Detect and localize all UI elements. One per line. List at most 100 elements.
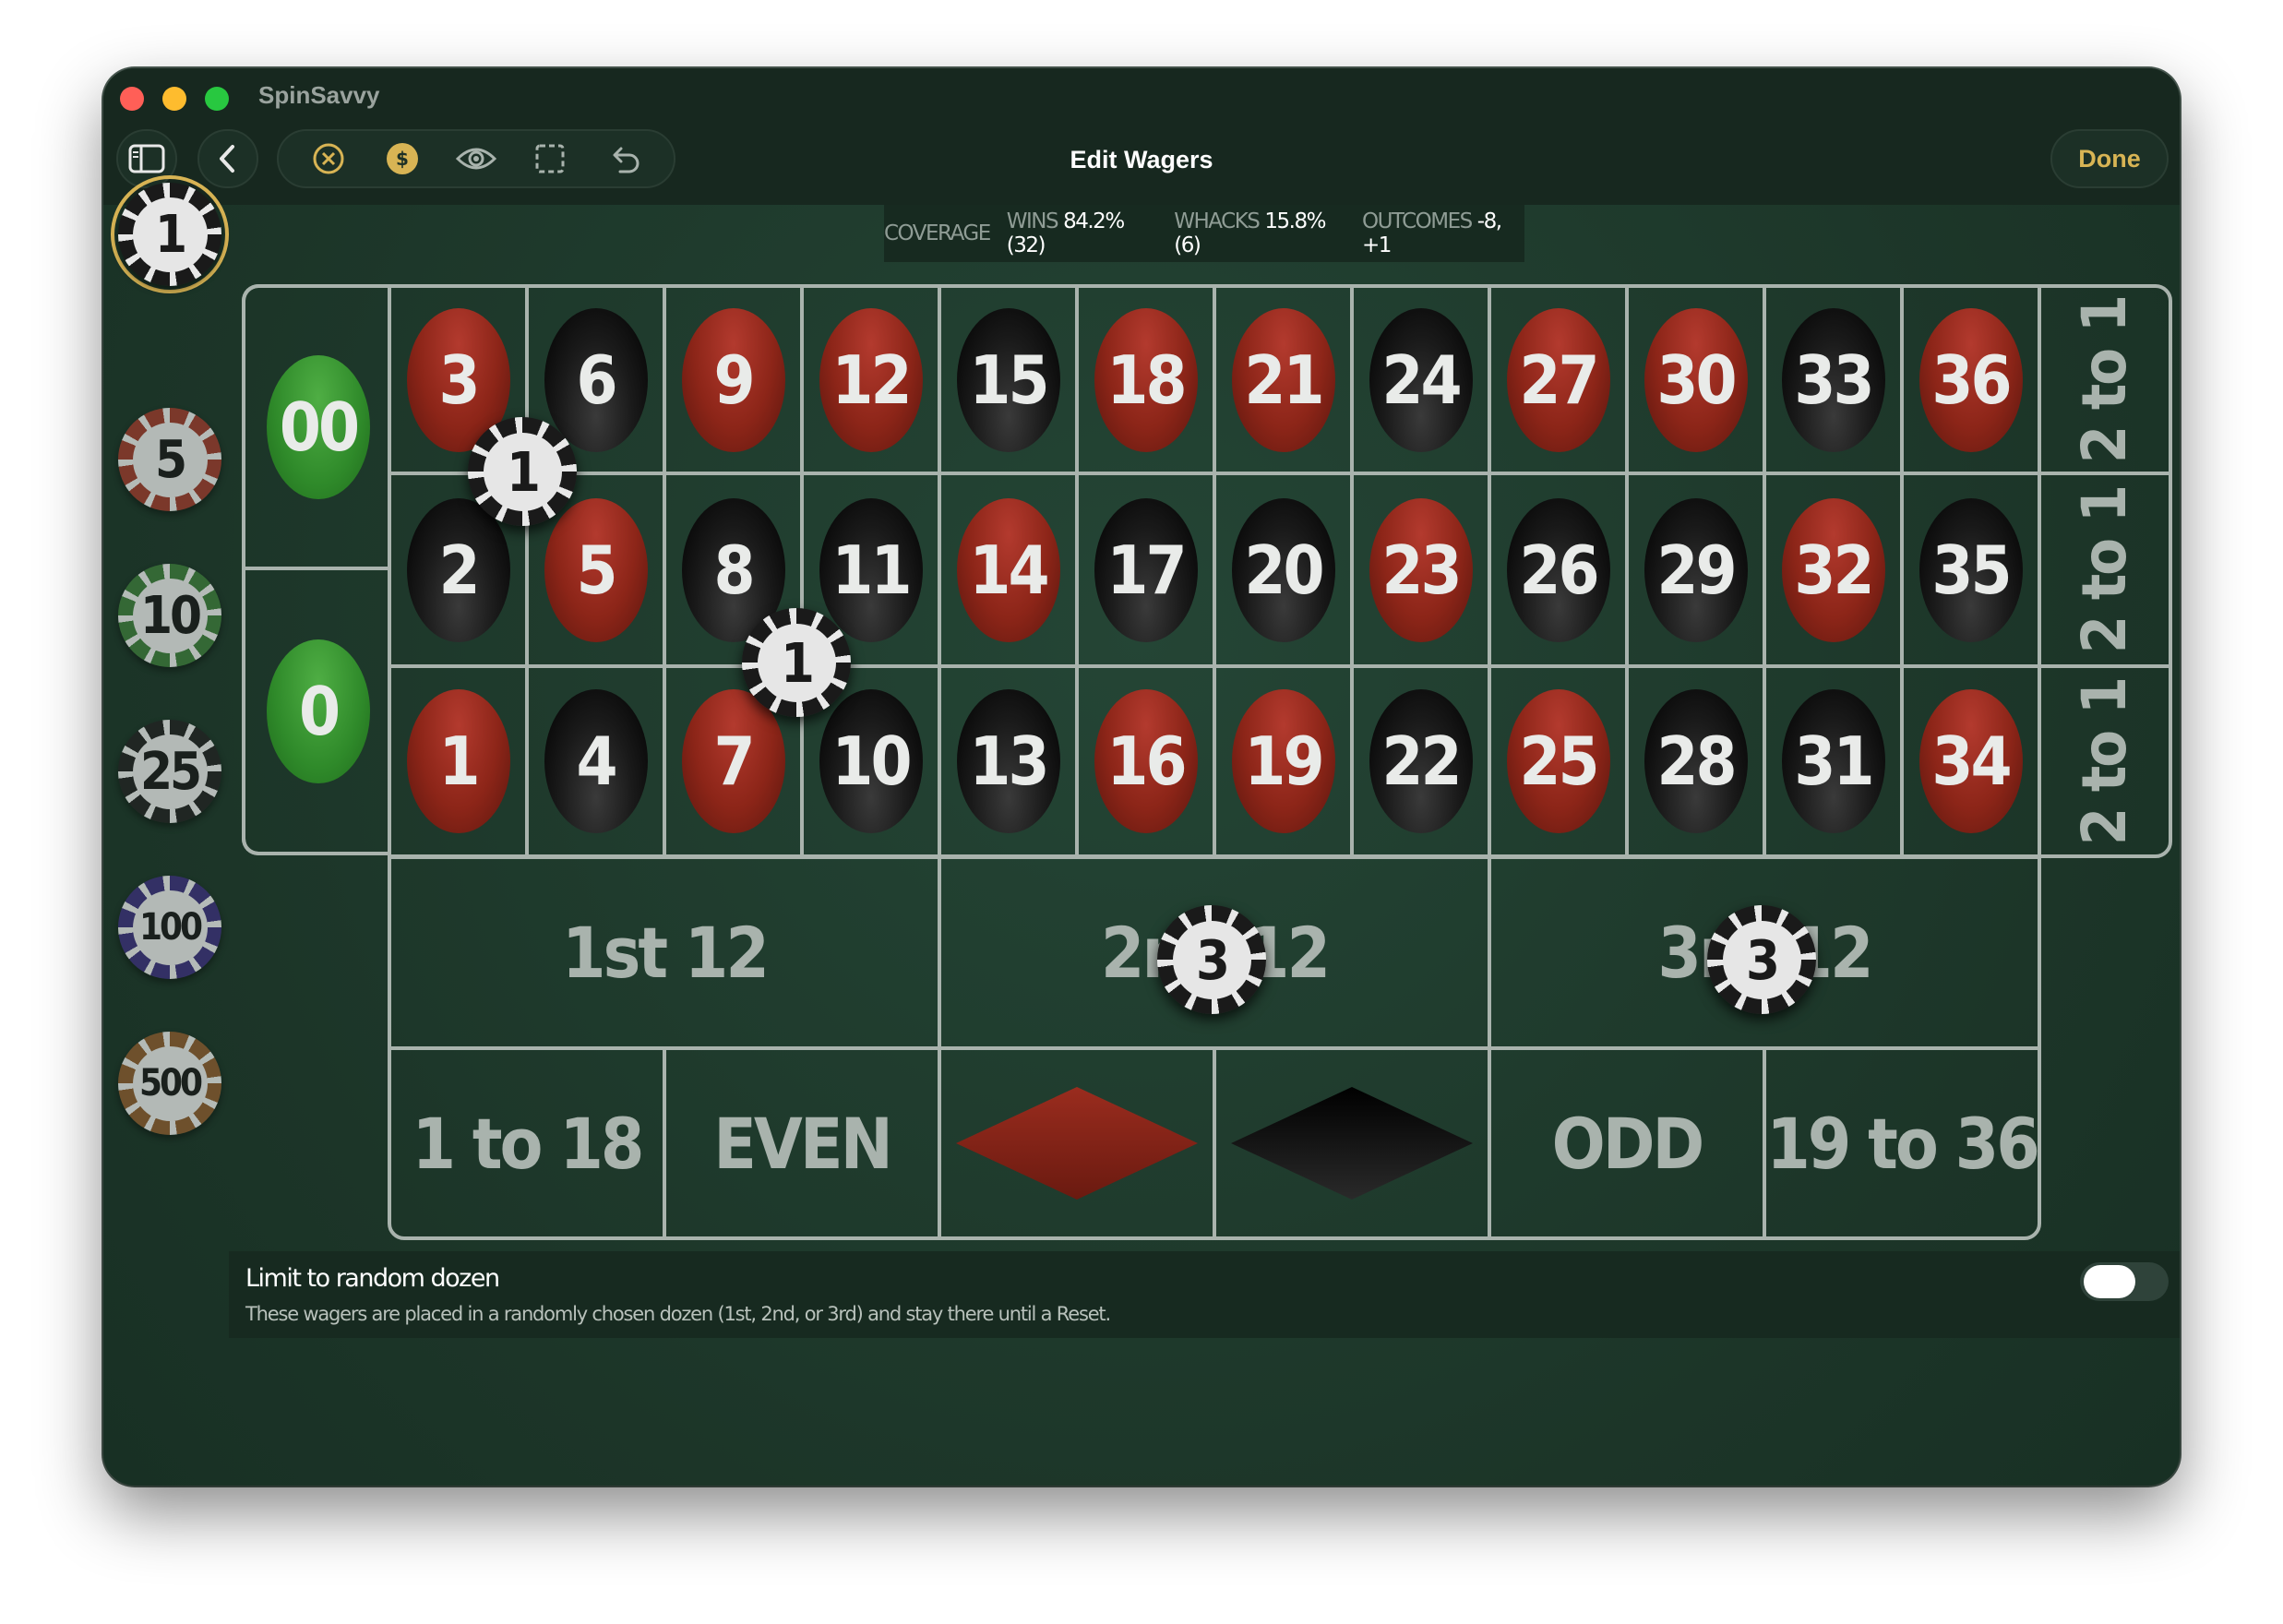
done-button[interactable]: Done <box>2050 129 2169 188</box>
column-bet-1[interactable]: 2 to 1 <box>2038 284 2172 475</box>
chip-rack-item-10[interactable]: 10 <box>118 564 221 667</box>
number-5: 5 <box>544 497 648 642</box>
number-cell-28[interactable]: 28 <box>1625 664 1766 858</box>
placed-wager-chip[interactable]: 3 <box>1157 905 1266 1014</box>
number-19: 19 <box>1231 689 1335 833</box>
number-7: 7 <box>681 689 785 833</box>
page-title: Edit Wagers <box>1070 146 1213 173</box>
number-34: 34 <box>1918 689 2023 833</box>
number-cell-13[interactable]: 13 <box>938 664 1079 858</box>
column-bet-2[interactable]: 2 to 1 <box>2038 472 2172 668</box>
chip-value: 1 <box>132 197 208 272</box>
number-cell-32[interactable]: 32 <box>1763 472 1904 668</box>
limit-title: Limit to random dozen <box>245 1264 500 1293</box>
chip-1: 1 <box>118 183 221 286</box>
number-cell-24[interactable]: 24 <box>1350 284 1491 475</box>
number-cell-31[interactable]: 31 <box>1763 664 1904 858</box>
minimize-window-button[interactable] <box>162 87 186 111</box>
zero-cell-00[interactable]: 00 <box>242 284 391 570</box>
wins-label: WINS <box>1006 209 1059 233</box>
column-bet-label: 2 to 1 <box>2069 485 2141 654</box>
number-15: 15 <box>956 307 1060 452</box>
column-bet-3[interactable]: 2 to 1 <box>2038 664 2172 858</box>
number-cell-1[interactable]: 1 <box>388 664 529 858</box>
coverage-label: COVERAGE <box>884 221 991 245</box>
dozen-bet-1[interactable]: 1st 12 <box>388 855 941 1050</box>
number-cell-33[interactable]: 33 <box>1763 284 1904 475</box>
number-cell-16[interactable]: 16 <box>1075 664 1216 858</box>
chip-rack-item-5[interactable]: 5 <box>118 408 221 511</box>
number-25: 25 <box>1506 689 1610 833</box>
number-cell-30[interactable]: 30 <box>1625 284 1766 475</box>
number-9: 9 <box>681 307 785 452</box>
zero-cell-0[interactable]: 0 <box>242 567 391 855</box>
limit-dozen-toggle[interactable] <box>2080 1262 2169 1301</box>
limit-dozen-setting: Limit to random dozen These wagers are p… <box>229 1251 2180 1338</box>
number-cell-25[interactable]: 25 <box>1488 664 1629 858</box>
number-11: 11 <box>819 497 923 642</box>
number-30: 30 <box>1644 307 1748 452</box>
number-29: 29 <box>1644 497 1748 642</box>
number-cell-17[interactable]: 17 <box>1075 472 1216 668</box>
number-cell-26[interactable]: 26 <box>1488 472 1629 668</box>
number-28: 28 <box>1644 689 1748 833</box>
coverage-stats: COVERAGE WINS 84.2% (32) WHACKS 15.8% (6) … <box>884 205 1524 262</box>
toggle-knob <box>2084 1265 2135 1298</box>
number-32: 32 <box>1781 497 1885 642</box>
chip-500: 500 <box>118 1032 221 1135</box>
chip-rack-item-100[interactable]: 100 <box>118 876 221 979</box>
number-24: 24 <box>1369 307 1473 452</box>
column-bet-label: 2 to 1 <box>2069 295 2141 464</box>
toolbar: SpinSavvy $ Edit Wagers Done <box>103 68 2180 205</box>
chip-rack-item-1[interactable]: 1 <box>111 175 229 293</box>
low-bet[interactable]: 1 to 18 <box>388 1046 666 1240</box>
number-cell-20[interactable]: 20 <box>1213 472 1354 668</box>
chip-value: 10 <box>132 578 208 653</box>
number-12: 12 <box>819 307 923 452</box>
number-26: 26 <box>1506 497 1610 642</box>
zoom-window-button[interactable] <box>205 87 229 111</box>
number-cell-15[interactable]: 15 <box>938 284 1079 475</box>
number-cell-12[interactable]: 12 <box>800 284 941 475</box>
number-0: 0 <box>267 639 370 783</box>
chip-rack-item-500[interactable]: 500 <box>118 1032 221 1135</box>
number-cell-29[interactable]: 29 <box>1625 472 1766 668</box>
number-cell-14[interactable]: 14 <box>938 472 1079 668</box>
even-money-label: ODD <box>1551 1102 1705 1185</box>
number-cell-9[interactable]: 9 <box>663 284 804 475</box>
number-cell-36[interactable]: 36 <box>1900 284 2041 475</box>
chip-5: 5 <box>118 408 221 511</box>
dozen-label: 1st 12 <box>562 912 770 994</box>
chip-100: 100 <box>118 876 221 979</box>
number-cell-27[interactable]: 27 <box>1488 284 1629 475</box>
number-cell-35[interactable]: 35 <box>1900 472 2041 668</box>
number-4: 4 <box>544 689 648 833</box>
number-cell-19[interactable]: 19 <box>1213 664 1354 858</box>
even-money-label: 1 to 18 <box>412 1102 645 1185</box>
red-bet[interactable] <box>938 1046 1216 1240</box>
limit-description: These wagers are placed in a randomly ch… <box>245 1303 1111 1325</box>
number-23: 23 <box>1369 497 1473 642</box>
even-bet[interactable]: EVEN <box>663 1046 941 1240</box>
number-00: 00 <box>267 355 370 499</box>
outcomes-label: OUTCOMES <box>1361 209 1473 233</box>
number-cell-21[interactable]: 21 <box>1213 284 1354 475</box>
odd-bet[interactable]: ODD <box>1488 1046 1766 1240</box>
close-window-button[interactable] <box>120 87 144 111</box>
number-17: 17 <box>1094 497 1198 642</box>
number-cell-18[interactable]: 18 <box>1075 284 1216 475</box>
number-cell-23[interactable]: 23 <box>1350 472 1491 668</box>
high-bet[interactable]: 19 to 36 <box>1763 1046 2041 1240</box>
chip-value: 25 <box>132 734 208 809</box>
number-36: 36 <box>1918 307 2023 452</box>
black-bet[interactable] <box>1213 1046 1491 1240</box>
number-cell-22[interactable]: 22 <box>1350 664 1491 858</box>
number-cell-34[interactable]: 34 <box>1900 664 2041 858</box>
placed-wager-chip[interactable]: 3 <box>1707 905 1816 1014</box>
number-2: 2 <box>406 497 510 642</box>
placed-wager-chip[interactable]: 1 <box>742 608 851 717</box>
placed-wager-chip[interactable]: 1 <box>468 417 577 526</box>
number-35: 35 <box>1918 497 2023 642</box>
number-cell-4[interactable]: 4 <box>525 664 666 858</box>
chip-rack-item-25[interactable]: 25 <box>118 720 221 823</box>
